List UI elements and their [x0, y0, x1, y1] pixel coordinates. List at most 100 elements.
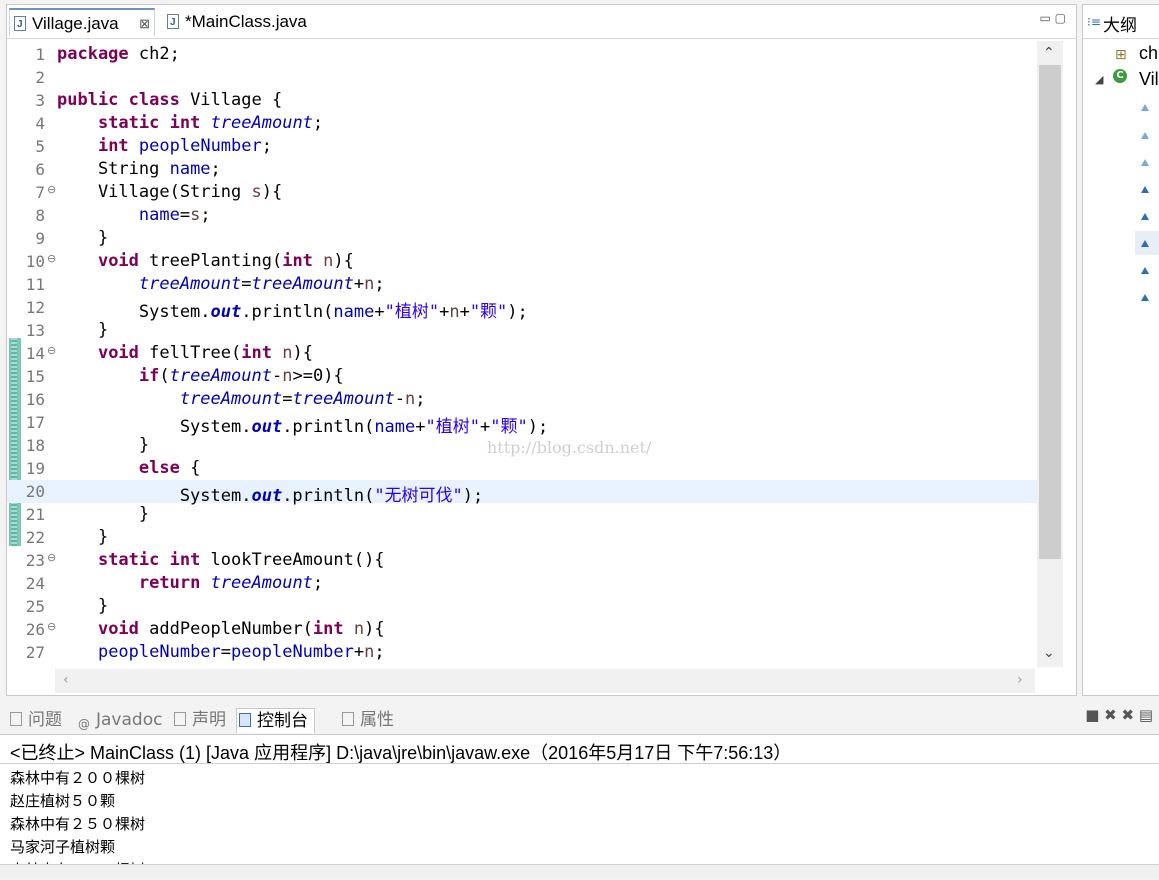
line-number: 5: [35, 137, 45, 156]
field-icon[interactable]: [1141, 132, 1149, 139]
line-number: 4: [35, 114, 45, 133]
line-number: 2: [35, 68, 45, 87]
code-text: int peopleNumber;: [97, 136, 272, 156]
tab-village-java[interactable]: Village.java ⊠: [9, 8, 155, 39]
code-text: void treePlanting(int n){: [97, 251, 354, 271]
code-line[interactable]: 21 }: [7, 503, 1037, 526]
code-line[interactable]: 5 int peopleNumber;: [7, 135, 1037, 158]
at-icon: @: [78, 717, 90, 731]
line-number: 7: [35, 183, 45, 202]
code-text: treeAmount=treeAmount-n;: [179, 389, 426, 409]
console-tab-bar: 问题 @ Javadoc 声明 控制台 属性: [0, 704, 1159, 734]
code-line[interactable]: 26 ⊖ void addPeopleNumber(int n){: [7, 618, 1037, 641]
code-line[interactable]: 20 System.out.println("无树可伐");: [7, 480, 1037, 506]
line-number: 3: [35, 91, 45, 110]
line-number: 20: [25, 482, 45, 501]
line-number: 19: [25, 459, 45, 478]
code-line[interactable]: 11 treeAmount=treeAmount+n;: [7, 273, 1037, 296]
code-line[interactable]: 2: [7, 66, 1037, 89]
outline-tab-bar: ⁝≡ 大纲: [1083, 5, 1159, 39]
code-line[interactable]: 9 }: [7, 227, 1037, 250]
fold-icon[interactable]: ⊖: [47, 551, 56, 564]
code-line[interactable]: 12 System.out.println(name+"植树"+n+"颗");: [7, 296, 1037, 322]
fold-icon[interactable]: ⊖: [47, 183, 56, 196]
scroll-right-icon[interactable]: ›: [1017, 672, 1023, 688]
outline-package-item[interactable]: ch: [1139, 43, 1158, 64]
code-line[interactable]: 17 System.out.println(name+"植树"+"颗");: [7, 411, 1037, 437]
code-line[interactable]: 1 package ch2;: [7, 43, 1037, 66]
line-number: 1: [35, 45, 45, 64]
code-text: void fellTree(int n){: [97, 343, 313, 363]
line-number: 10: [25, 252, 45, 271]
code-line[interactable]: 6 String name;: [7, 158, 1037, 181]
fold-icon[interactable]: ⊖: [47, 620, 56, 633]
code-text: name=s;: [138, 205, 211, 225]
code-line[interactable]: 10 ⊖ void treePlanting(int n){: [7, 250, 1037, 273]
line-number: 24: [25, 574, 45, 593]
code-line[interactable]: 7 ⊖ Village(String s){: [7, 181, 1037, 204]
console-output[interactable]: <已终止> MainClass (1) [Java 应用程序] D:\java\…: [0, 734, 1159, 879]
line-number: 6: [35, 160, 45, 179]
tab-problems[interactable]: 问题: [8, 708, 62, 732]
tab-javadoc[interactable]: @ Javadoc: [76, 708, 162, 732]
code-text: }: [57, 228, 109, 248]
code-text: }: [57, 504, 150, 524]
line-number: 13: [25, 321, 45, 340]
fold-icon[interactable]: ⊖: [47, 344, 56, 357]
scroll-down-icon[interactable]: ⌄: [1043, 645, 1055, 661]
vertical-scrollbar-thumb[interactable]: [1039, 65, 1061, 559]
expand-icon[interactable]: ◢: [1095, 73, 1103, 86]
code-line[interactable]: 8 name=s;: [7, 204, 1037, 227]
outline-title[interactable]: 大纲: [1103, 11, 1137, 36]
tab-properties[interactable]: 属性: [340, 708, 394, 732]
method-icon[interactable]: [1141, 186, 1149, 193]
tab-console[interactable]: 控制台: [236, 708, 315, 733]
code-line[interactable]: 14 ⊖ void fellTree(int n){: [7, 342, 1037, 365]
console-icon: [239, 713, 251, 727]
code-line[interactable]: 24 return treeAmount;: [7, 572, 1037, 595]
code-line[interactable]: 25 }: [7, 595, 1037, 618]
code-text: void addPeopleNumber(int n){: [97, 619, 385, 639]
code-text: static int treeAmount;: [97, 113, 324, 133]
code-line[interactable]: 23 ⊖ static int lookTreeAmount(){: [7, 549, 1037, 572]
console-line: 马家河子植树颗: [10, 838, 116, 856]
code-line[interactable]: 4 static int treeAmount;: [7, 112, 1037, 135]
console-horizontal-scrollbar[interactable]: [0, 864, 1159, 878]
method-icon[interactable]: [1141, 294, 1149, 301]
line-number: 9: [35, 229, 45, 248]
line-number: 22: [25, 528, 45, 547]
scroll-up-icon[interactable]: ⌃: [1043, 45, 1055, 61]
line-number: 11: [25, 275, 45, 294]
code-line[interactable]: 13 }: [7, 319, 1037, 342]
horizontal-scrollbar[interactable]: [55, 669, 1035, 693]
code-line[interactable]: 22 }: [7, 526, 1037, 549]
declaration-icon: [174, 712, 186, 726]
divider: [0, 763, 1159, 764]
fold-icon[interactable]: ⊖: [47, 252, 56, 265]
line-number: 26: [25, 620, 45, 639]
code-line[interactable]: 3 public class Village {: [7, 89, 1037, 112]
code-text: package ch2;: [57, 44, 180, 64]
code-line[interactable]: 19 else {: [7, 457, 1037, 480]
field-icon[interactable]: [1141, 104, 1149, 111]
tab-declaration[interactable]: 声明: [172, 708, 226, 732]
code-editor[interactable]: 1 package ch2; 2 3 public class Village {4 s…: [7, 39, 1037, 669]
close-icon[interactable]: ⊠: [139, 10, 150, 38]
method-icon[interactable]: [1141, 267, 1149, 274]
code-line[interactable]: 16 treeAmount=treeAmount-n;: [7, 388, 1037, 411]
scroll-left-icon[interactable]: ‹: [63, 672, 69, 688]
line-number: 8: [35, 206, 45, 225]
method-icon[interactable]: [1141, 213, 1149, 220]
code-line[interactable]: 15 if(treeAmount-n>=0){: [7, 365, 1037, 388]
code-line[interactable]: 27 peopleNumber=peopleNumber+n;: [7, 641, 1037, 664]
tab-mainclass-java[interactable]: *MainClass.java: [163, 8, 355, 37]
watermark: http://blog.csdn.net/: [487, 438, 652, 457]
code-text: peopleNumber=peopleNumber+n;: [97, 642, 385, 662]
field-icon[interactable]: [1141, 159, 1149, 166]
method-icon[interactable]: [1141, 240, 1149, 247]
outline-class-item[interactable]: Vil: [1139, 69, 1159, 90]
console-toolbar-icons[interactable]: ■ ✖ ✖ ▤: [1085, 706, 1153, 724]
minimize-maximize-icons[interactable]: ▭ ▢: [1040, 11, 1067, 25]
problems-icon: [10, 712, 22, 726]
code-text: String name;: [57, 159, 221, 179]
